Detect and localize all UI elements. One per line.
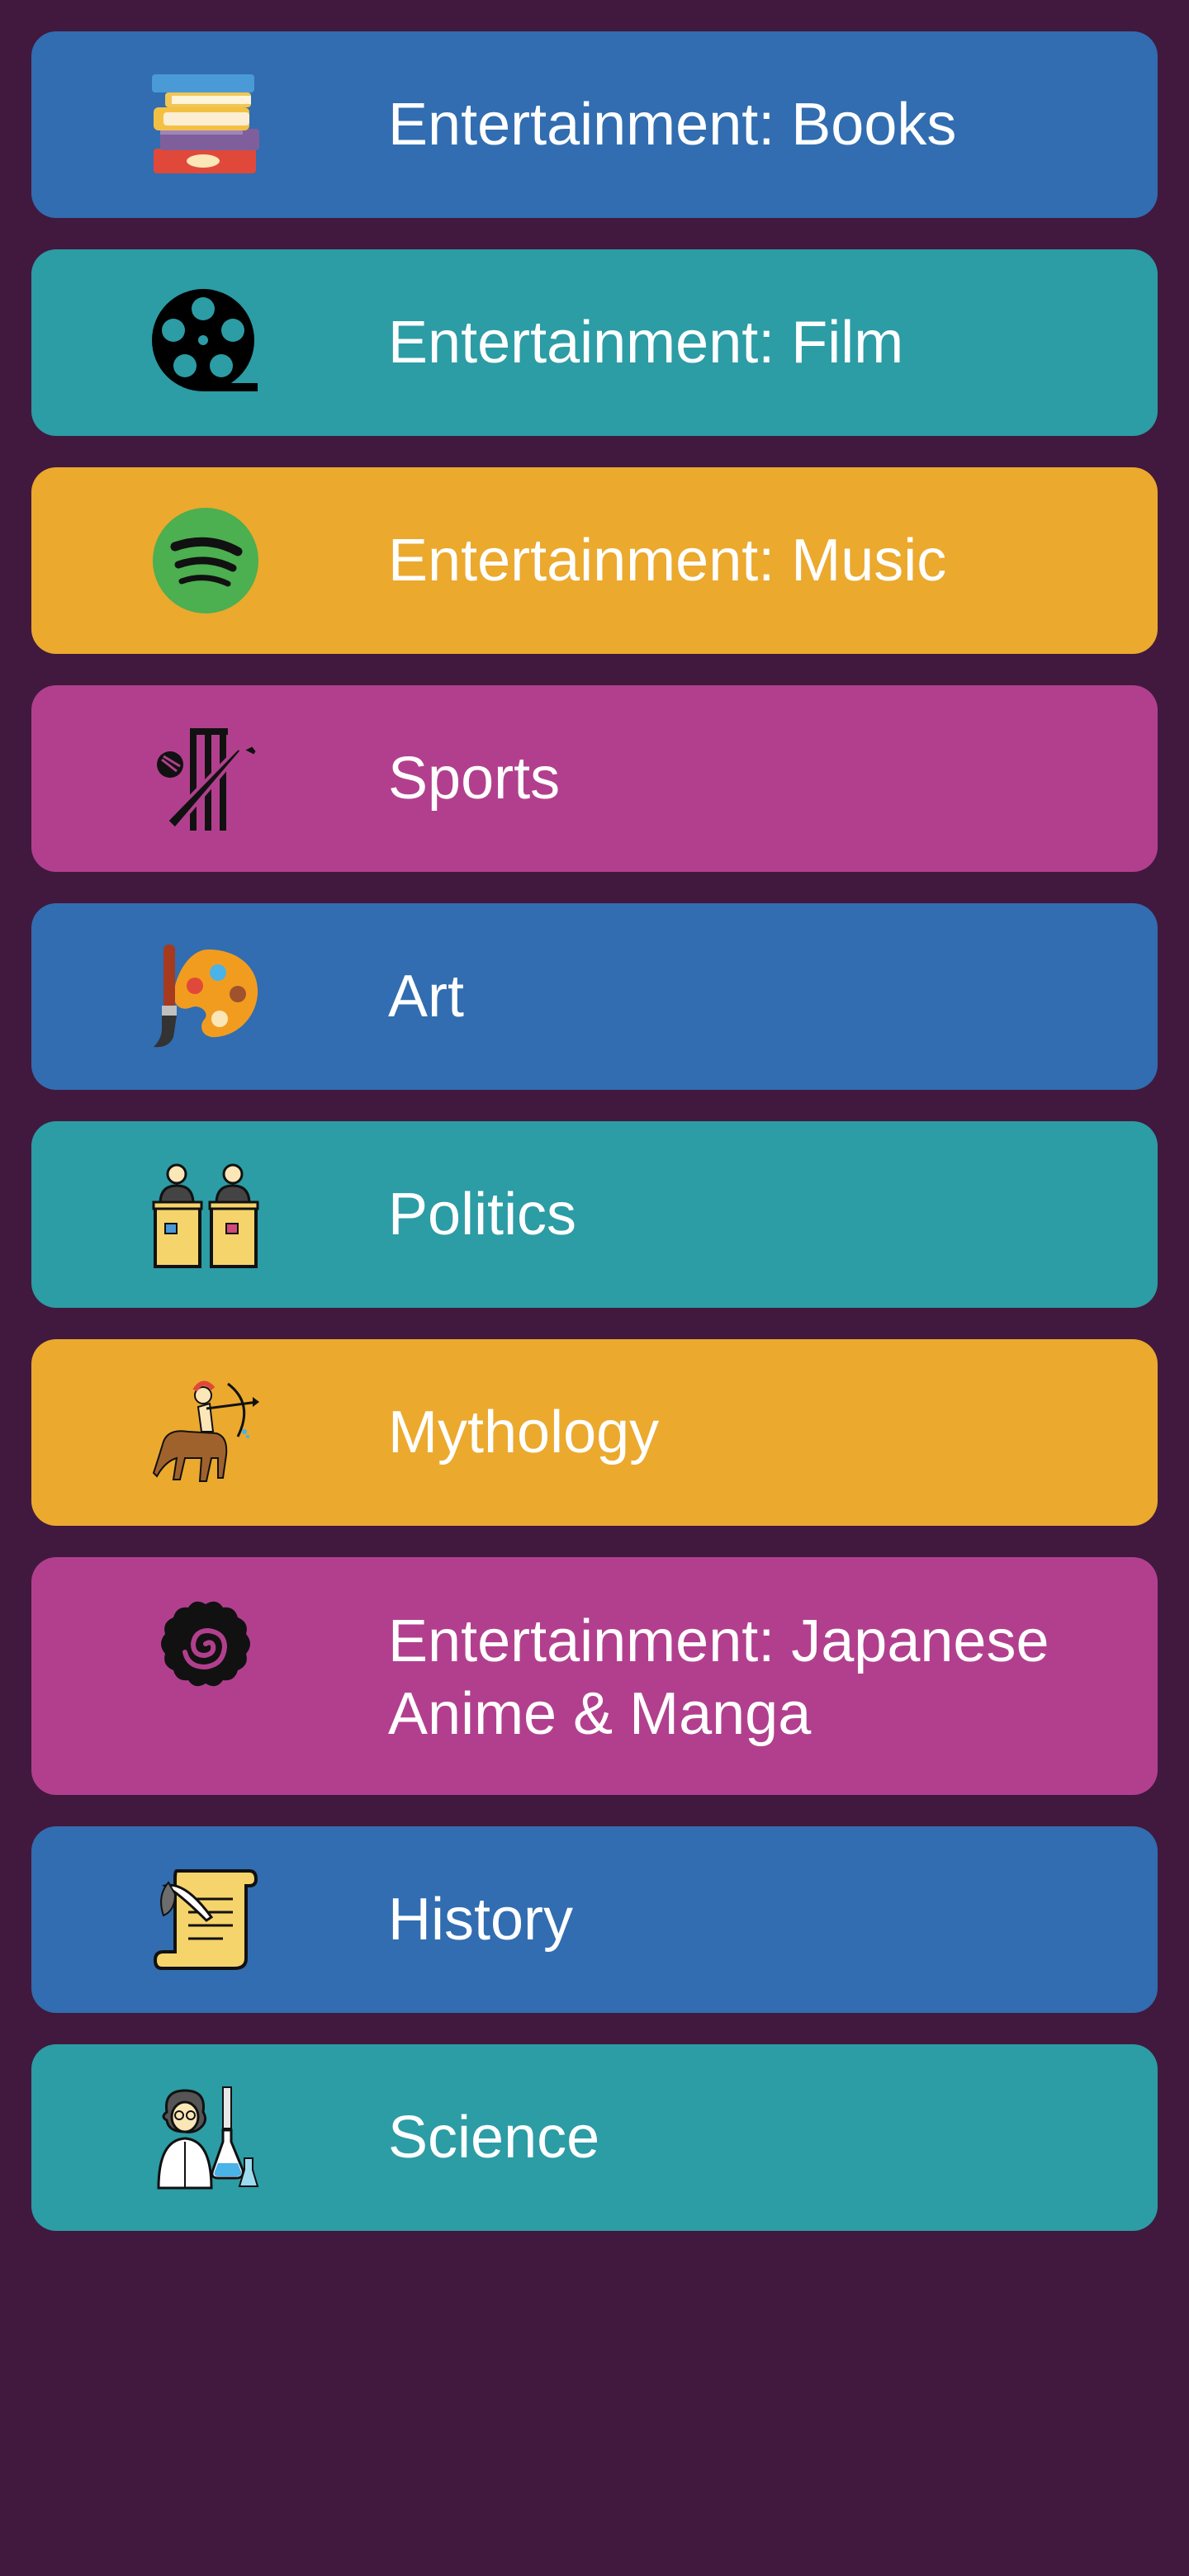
category-label: Sports bbox=[388, 746, 561, 812]
scroll-quill-icon bbox=[152, 1866, 259, 1973]
category-card-art[interactable]: Art bbox=[31, 903, 1158, 1090]
film-reel-icon bbox=[152, 289, 259, 396]
category-card-politics[interactable]: Politics bbox=[31, 1121, 1158, 1308]
category-card-books[interactable]: Entertainment: Books bbox=[31, 31, 1158, 218]
centaur-archer-icon bbox=[152, 1379, 259, 1486]
category-label: History bbox=[388, 1887, 574, 1953]
category-card-science[interactable]: Science bbox=[31, 2044, 1158, 2231]
category-label: Entertainment: Music bbox=[388, 528, 947, 594]
category-label: Entertainment: Japanese Anime & Manga bbox=[388, 1608, 1049, 1747]
category-label: Politics bbox=[388, 1181, 577, 1248]
category-card-music[interactable]: Entertainment: Music bbox=[31, 467, 1158, 654]
category-label: Art bbox=[388, 964, 465, 1030]
category-label: Mythology bbox=[388, 1399, 660, 1466]
spotify-icon bbox=[152, 507, 259, 614]
category-label: Entertainment: Books bbox=[388, 92, 957, 158]
category-card-anime-manga[interactable]: Entertainment: Japanese Anime & Manga bbox=[31, 1557, 1158, 1795]
category-list: Entertainment: Books Entertainment: Film bbox=[31, 31, 1158, 2262]
category-label: Science bbox=[388, 2105, 600, 2171]
category-label: Entertainment: Film bbox=[388, 310, 904, 376]
category-card-history[interactable]: History bbox=[31, 1826, 1158, 2013]
spiral-flower-icon bbox=[152, 1594, 259, 1702]
cricket-icon bbox=[152, 725, 259, 832]
scientist-icon bbox=[152, 2084, 259, 2191]
politicians-podium-icon bbox=[152, 1161, 259, 1268]
category-card-mythology[interactable]: Mythology bbox=[31, 1339, 1158, 1526]
category-card-sports[interactable]: Sports bbox=[31, 685, 1158, 872]
paint-palette-icon bbox=[152, 943, 259, 1050]
books-icon bbox=[152, 71, 259, 178]
category-card-film[interactable]: Entertainment: Film bbox=[31, 249, 1158, 436]
